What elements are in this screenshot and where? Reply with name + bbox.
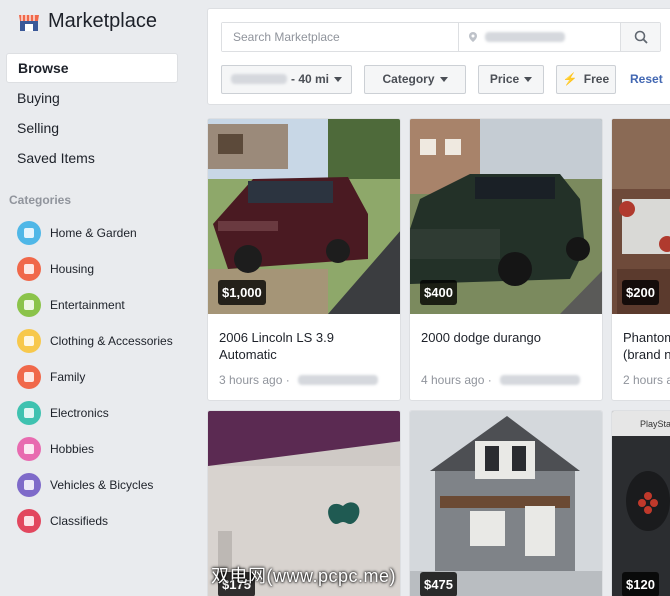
listing-photo xyxy=(410,411,602,596)
location-pin-icon xyxy=(468,32,477,42)
chevron-down-icon xyxy=(524,76,533,82)
category-list: Home & Garden Housing Entertainment Clot… xyxy=(17,215,192,539)
gamepad-icon xyxy=(17,293,41,317)
listing-price: $1,000 xyxy=(218,280,266,305)
house-icon xyxy=(17,257,41,281)
free-filter-label: Free xyxy=(583,72,610,86)
nav-browse[interactable]: Browse xyxy=(6,53,178,83)
category-classifieds[interactable]: Classifieds xyxy=(17,503,192,539)
category-label: Vehicles & Bicycles xyxy=(50,478,154,492)
category-label: Entertainment xyxy=(50,298,125,312)
listing-location-blurred xyxy=(297,375,378,385)
category-label: Home & Garden xyxy=(50,226,137,240)
listing-price: $200 xyxy=(622,280,659,305)
category-housing[interactable]: Housing xyxy=(17,251,192,287)
filter-row: - 40 mi Category Price ⚡ Free Reset xyxy=(221,64,663,94)
home-icon xyxy=(17,221,41,245)
shop-icon xyxy=(19,14,39,31)
heart-icon xyxy=(17,365,41,389)
listing-card[interactable]: $1,000 2006 Lincoln LS 3.9 Automatic 3 h… xyxy=(207,118,401,401)
listing-meta: 4 hours ago · xyxy=(421,373,580,387)
category-label: Housing xyxy=(50,262,95,276)
listing-title: Phantom (brand n xyxy=(623,330,670,362)
listing-time: 2 hours a xyxy=(623,373,670,387)
marketplace-title: Marketplace xyxy=(48,10,157,32)
search-icon xyxy=(634,30,648,44)
listing-price: $120 xyxy=(622,572,659,596)
svg-text:PlayStation: PlayStation xyxy=(640,419,670,429)
category-label: Electronics xyxy=(50,406,109,420)
listing-location-blurred xyxy=(499,375,580,385)
category-filter[interactable]: Category xyxy=(364,64,466,94)
listing-card[interactable]: $400 2000 dodge durango 4 hours ago · xyxy=(409,118,603,401)
nav-selling[interactable]: Selling xyxy=(6,113,178,143)
category-home-garden[interactable]: Home & Garden xyxy=(17,215,192,251)
price-filter-label: Price xyxy=(489,72,520,86)
listing-card[interactable]: $200 Phantom (brand n 2 hours a xyxy=(611,118,670,401)
listing-card[interactable]: $475 xyxy=(409,410,603,596)
category-label: Clothing & Accessories xyxy=(50,334,173,348)
listing-card[interactable]: PlayStation $120 xyxy=(611,410,670,596)
location-field[interactable] xyxy=(457,23,620,51)
radius-location-blurred xyxy=(230,74,287,84)
listing-time: 4 hours ago · xyxy=(421,373,492,387)
listing-photo: PlayStation xyxy=(612,411,670,596)
category-vehicles-bicycles[interactable]: Vehicles & Bicycles xyxy=(17,467,192,503)
listing-title: 2000 dodge durango xyxy=(421,330,542,345)
search-input[interactable] xyxy=(222,23,458,51)
category-filter-label: Category xyxy=(382,72,435,86)
phone-icon xyxy=(17,401,41,425)
marketplace-header[interactable]: Marketplace xyxy=(18,10,157,33)
binoculars-icon xyxy=(17,509,41,533)
listing-time: 3 hours ago · xyxy=(219,373,290,387)
location-value-blurred xyxy=(484,32,565,42)
reset-button[interactable]: Reset xyxy=(630,72,663,86)
filter-panel: - 40 mi Category Price ⚡ Free Reset xyxy=(207,8,670,105)
category-label: Classifieds xyxy=(50,514,109,528)
nav-saved-items[interactable]: Saved Items xyxy=(6,143,178,173)
sidebar-nav: Browse Buying Selling Saved Items xyxy=(6,53,178,173)
price-filter[interactable]: Price xyxy=(478,64,544,94)
chevron-down-icon xyxy=(334,76,342,82)
category-hobbies[interactable]: Hobbies xyxy=(17,431,192,467)
lightning-icon: ⚡ xyxy=(562,72,578,86)
listing-price: $400 xyxy=(420,280,457,305)
category-family[interactable]: Family xyxy=(17,359,192,395)
location-radius-filter[interactable]: - 40 mi xyxy=(221,64,352,94)
category-label: Hobbies xyxy=(50,442,95,456)
free-filter[interactable]: ⚡ Free xyxy=(556,64,616,94)
categories-heading: Categories xyxy=(9,193,72,207)
category-entertainment[interactable]: Entertainment xyxy=(17,287,192,323)
guitar-icon xyxy=(17,437,41,461)
watermark-text: 双电网(www.pcpc.me) xyxy=(211,566,397,586)
radius-label: - 40 mi xyxy=(290,72,329,86)
chevron-down-icon xyxy=(439,76,448,82)
listing-meta: 3 hours ago · xyxy=(219,373,378,387)
dress-icon xyxy=(17,329,41,353)
category-clothing-accessories[interactable]: Clothing & Accessories xyxy=(17,323,192,359)
listing-title: 2006 Lincoln LS 3.9 Automatic xyxy=(219,330,334,362)
search-button[interactable] xyxy=(620,23,660,51)
car-icon xyxy=(17,473,41,497)
sidebar: Marketplace Browse Buying Selling Saved … xyxy=(0,0,190,596)
search-bar xyxy=(221,22,661,52)
category-electronics[interactable]: Electronics xyxy=(17,395,192,431)
category-label: Family xyxy=(50,370,86,384)
listing-meta: 2 hours a xyxy=(623,373,670,387)
listing-price: $475 xyxy=(420,572,457,596)
nav-buying[interactable]: Buying xyxy=(6,83,178,113)
